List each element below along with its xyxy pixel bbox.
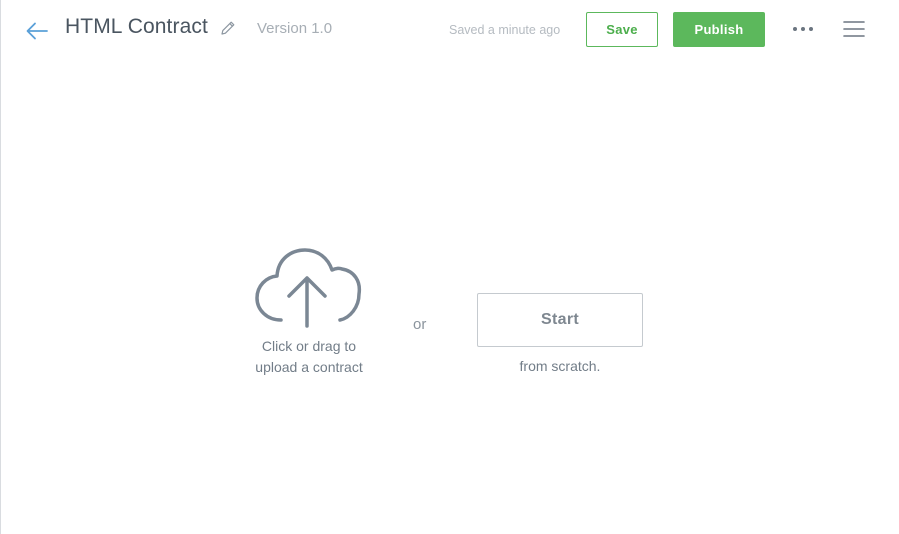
cloud-upload-icon: [255, 248, 362, 328]
saved-status: Saved a minute ago: [449, 23, 561, 37]
start-button[interactable]: Start: [477, 293, 643, 347]
pencil-icon: [221, 21, 235, 35]
upload-text-line1: Click or drag to: [261, 338, 357, 354]
publish-button[interactable]: Publish: [673, 12, 765, 47]
app-frame: HTML Contract Version 1.0 Saved a minute…: [0, 0, 898, 534]
upload-instructions: Click or drag to upload a contract: [239, 336, 379, 378]
back-button[interactable]: [23, 17, 51, 45]
more-options-button[interactable]: [790, 19, 816, 39]
upload-dropzone[interactable]: Click or drag to upload a contract: [239, 240, 379, 380]
arrow-left-icon: [26, 22, 48, 40]
or-separator: or: [413, 316, 427, 333]
from-scratch-caption: from scratch.: [519, 358, 601, 374]
upload-text-line2: upload a contract: [255, 359, 363, 375]
main-menu-button[interactable]: [841, 18, 867, 40]
version-label: Version 1.0: [257, 20, 333, 37]
top-bar: HTML Contract Version 1.0 Saved a minute…: [1, 0, 898, 58]
more-horizontal-icon: [793, 27, 813, 31]
hamburger-menu-icon: [843, 21, 865, 37]
edit-title-button[interactable]: [219, 19, 237, 37]
save-button[interactable]: Save: [586, 12, 658, 47]
document-title: HTML Contract: [65, 15, 208, 38]
